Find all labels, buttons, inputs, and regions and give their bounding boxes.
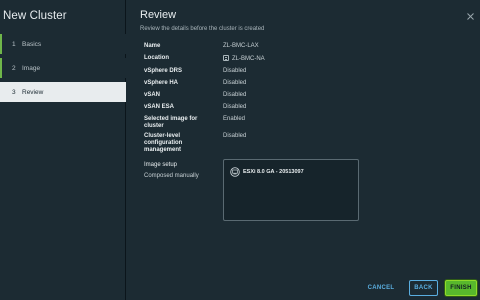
- wizard-title: New Cluster: [3, 10, 67, 22]
- wizard-sidebar: New Cluster 1 Basics 2 Image 3 Review: [0, 0, 126, 300]
- wizard-footer: CANCEL BACK FINISH: [126, 280, 480, 298]
- esxi-image-icon: [230, 167, 240, 177]
- row-key: vSAN ESA: [144, 104, 175, 110]
- step-number: 3: [12, 88, 16, 96]
- row-key: vSphere DRS: [144, 68, 183, 74]
- step-image[interactable]: 2 Image: [0, 58, 126, 78]
- new-cluster-wizard: New Cluster 1 Basics 2 Image 3 Review Re…: [0, 0, 480, 300]
- row-key: vSphere HA: [144, 80, 179, 86]
- image-card: ESXi 8.0 GA - 20513097: [223, 159, 359, 221]
- location-value: ZL-BMC-NA: [232, 56, 265, 62]
- row-value: Disabled: [223, 104, 247, 110]
- step-label: Basics: [22, 40, 42, 48]
- finish-button[interactable]: FINISH: [445, 280, 477, 296]
- page-subtitle: Review the details before the cluster is…: [140, 26, 265, 32]
- image-setup-label: Image setup: [144, 162, 178, 168]
- step-label: Image: [22, 64, 41, 72]
- review-panel: Review Review the details before the clu…: [126, 0, 480, 300]
- cancel-button[interactable]: CANCEL: [364, 280, 398, 296]
- row-key: vSAN: [144, 92, 161, 98]
- image-setup-value: Composed manually: [144, 173, 199, 179]
- datacenter-icon: [223, 55, 229, 61]
- back-button[interactable]: BACK: [409, 280, 438, 296]
- row-value: ZL-BMC-NA: [223, 55, 343, 63]
- step-number: 1: [12, 40, 16, 48]
- row-value: Disabled: [223, 68, 247, 74]
- row-key: Cluster-level configuration management: [144, 133, 183, 153]
- row-value: Enabled: [223, 116, 246, 122]
- step-number: 2: [12, 64, 16, 72]
- row-key: Selected image for cluster: [144, 116, 198, 129]
- step-basics[interactable]: 1 Basics: [0, 34, 126, 54]
- row-value: ZL-BMC-LAX: [223, 43, 259, 49]
- row-key: Name: [144, 43, 161, 49]
- close-icon[interactable]: [467, 13, 474, 20]
- row-value: Disabled: [223, 92, 247, 98]
- row-value: Disabled: [223, 133, 247, 139]
- row-key: Location: [144, 55, 169, 61]
- step-review[interactable]: 3 Review: [0, 82, 126, 102]
- image-name: ESXi 8.0 GA - 20513097: [243, 169, 304, 175]
- step-label: Review: [22, 88, 44, 96]
- row-value: Disabled: [223, 80, 247, 86]
- page-title: Review: [140, 9, 177, 21]
- image-entry: ESXi 8.0 GA - 20513097: [230, 167, 304, 177]
- wizard-steps: 1 Basics 2 Image 3 Review: [0, 34, 126, 106]
